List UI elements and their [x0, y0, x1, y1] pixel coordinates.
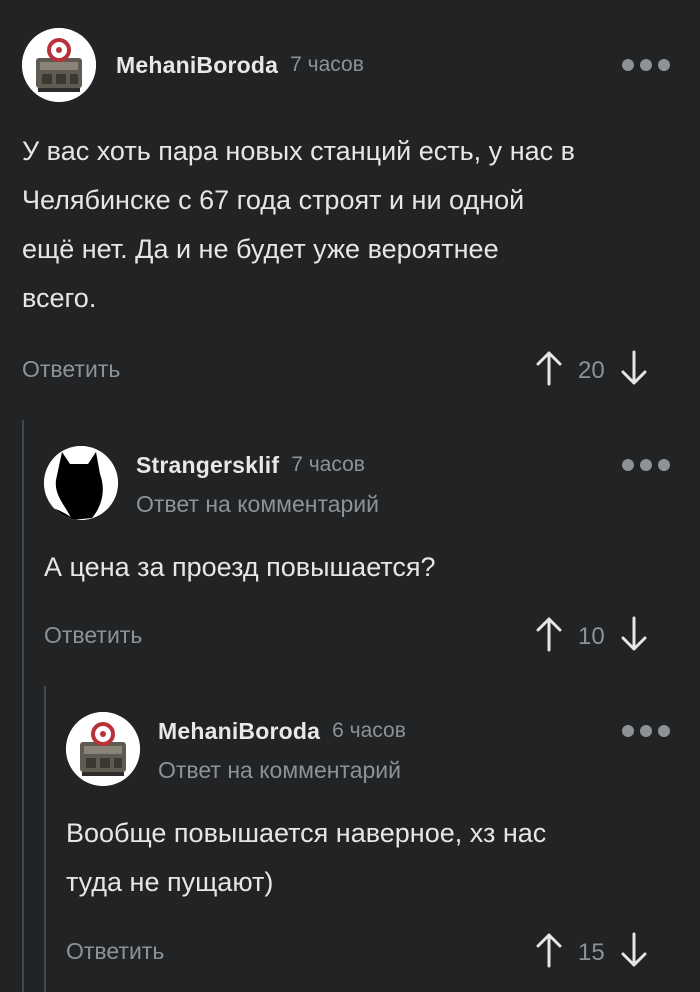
upvote-arrow-icon[interactable]: [536, 932, 562, 973]
comment-header: MehaniBoroda 6 часов: [158, 716, 406, 746]
dot-icon: [622, 725, 634, 737]
dot-icon: [658, 725, 670, 737]
score: 15: [578, 938, 605, 966]
comment-text: Вообще повышается наверное, хз нас туда …: [66, 818, 547, 897]
more-options-button[interactable]: [622, 725, 670, 737]
timestamp: 6 часов: [332, 719, 406, 742]
downvote-arrow-icon[interactable]: [621, 932, 647, 973]
reply-to-label[interactable]: Ответ на комментарий: [158, 757, 401, 784]
engine-photo-icon: [66, 712, 140, 786]
reply-button[interactable]: Ответить: [66, 938, 164, 965]
comment-3: MehaniBoroda 6 часов Ответ на комментари…: [0, 0, 700, 992]
comments-page: MehaniBoroda 7 часов У вас хоть пара нов…: [0, 0, 700, 992]
username[interactable]: MehaniBoroda: [158, 718, 320, 745]
dot-icon: [640, 725, 652, 737]
avatar[interactable]: [66, 712, 140, 786]
vote-controls: 15: [536, 932, 647, 973]
